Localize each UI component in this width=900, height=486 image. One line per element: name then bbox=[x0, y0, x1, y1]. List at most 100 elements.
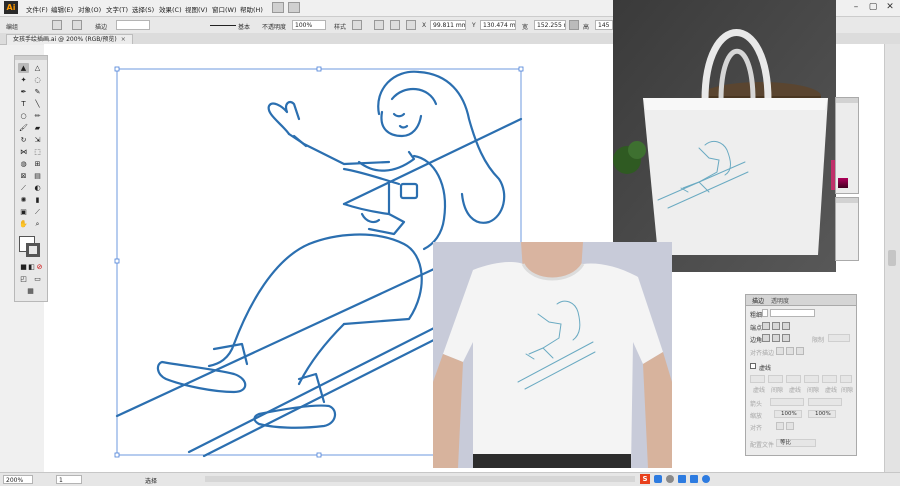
language-mode-icon[interactable] bbox=[654, 475, 662, 483]
perspective-grid-tool-icon[interactable]: ⊞ bbox=[32, 159, 43, 169]
curvature-tool-icon[interactable]: ✎ bbox=[32, 87, 43, 97]
scale-tool-icon[interactable]: ⇲ bbox=[32, 135, 43, 145]
pen-tool-icon[interactable]: ✒ bbox=[18, 87, 29, 97]
stroke-swatch[interactable] bbox=[72, 20, 82, 30]
paintbrush-tool-icon[interactable]: 🖌 bbox=[18, 123, 29, 133]
selection-tool-icon[interactable]: ▲ bbox=[18, 63, 29, 73]
dash-1-field[interactable] bbox=[750, 375, 765, 383]
lasso-tool-icon[interactable]: ◌ bbox=[32, 75, 43, 85]
align-icon[interactable] bbox=[390, 20, 400, 30]
column-graph-tool-icon[interactable]: ▮ bbox=[32, 195, 43, 205]
miter-join-icon[interactable] bbox=[762, 334, 770, 342]
bevel-join-icon[interactable] bbox=[782, 334, 790, 342]
tab-stroke[interactable]: 描边 bbox=[752, 296, 764, 305]
weight-stepper[interactable] bbox=[762, 309, 768, 317]
keyboard-icon[interactable] bbox=[690, 475, 698, 483]
eraser-tool-icon[interactable]: ▰ bbox=[32, 123, 43, 133]
fill-swatch[interactable] bbox=[52, 20, 62, 30]
punctuation-icon[interactable] bbox=[666, 475, 674, 483]
height-field[interactable]: 145 bbox=[595, 20, 613, 30]
stroke-color-icon[interactable] bbox=[26, 243, 40, 257]
menu-effect[interactable]: 效果(C) bbox=[159, 4, 182, 14]
weight-field[interactable] bbox=[770, 309, 815, 317]
y-field[interactable]: 130.474 mm bbox=[480, 20, 516, 30]
menu-window[interactable]: 窗口(W) bbox=[212, 4, 237, 14]
gradient-tool-icon[interactable]: ▤ bbox=[32, 171, 43, 181]
eyedropper-tool-icon[interactable]: ⟋ bbox=[18, 183, 29, 193]
arrange-icon[interactable] bbox=[288, 2, 300, 13]
align-center-icon[interactable] bbox=[776, 347, 784, 355]
menu-help[interactable]: 帮助(H) bbox=[240, 4, 263, 14]
arrow-end-scale-field[interactable]: 100% bbox=[808, 410, 836, 418]
start-arrow-select[interactable] bbox=[770, 398, 804, 406]
bridge-icon[interactable] bbox=[272, 2, 284, 13]
slice-tool-icon[interactable]: ⟋ bbox=[32, 207, 43, 217]
style-swatch[interactable] bbox=[352, 20, 362, 30]
menu-edit[interactable]: 编辑(E) bbox=[51, 4, 73, 14]
stroke-weight-field[interactable] bbox=[116, 20, 150, 30]
opacity-field[interactable]: 100% bbox=[292, 20, 326, 30]
mesh-tool-icon[interactable]: ⊠ bbox=[18, 171, 29, 181]
menu-file[interactable]: 文件(F) bbox=[26, 4, 48, 14]
line-tool-icon[interactable]: ╲ bbox=[32, 99, 43, 109]
none-mode-icon[interactable]: ⊘ bbox=[34, 262, 45, 272]
ellipse-tool-icon[interactable]: ○ bbox=[18, 111, 29, 121]
align-inside-icon[interactable] bbox=[786, 347, 794, 355]
arrow-place-icon[interactable] bbox=[786, 422, 794, 430]
dash-3-field[interactable] bbox=[822, 375, 837, 383]
pencil-tool-icon[interactable]: ✏ bbox=[32, 111, 43, 121]
tab-transparency[interactable]: 透明度 bbox=[771, 296, 789, 305]
limit-field[interactable] bbox=[828, 334, 850, 342]
microphone-icon[interactable] bbox=[678, 475, 686, 483]
round-join-icon[interactable] bbox=[772, 334, 780, 342]
vertical-scrollbar[interactable] bbox=[884, 44, 900, 472]
direct-selection-tool-icon[interactable]: △ bbox=[32, 63, 43, 73]
gap-3-field[interactable] bbox=[840, 375, 852, 383]
menu-type[interactable]: 文字(T) bbox=[106, 4, 128, 14]
close-button[interactable]: ✕ bbox=[883, 2, 897, 13]
artboard-navigation-field[interactable]: 1 bbox=[56, 475, 82, 484]
gap-2-field[interactable] bbox=[804, 375, 819, 383]
skin-icon[interactable] bbox=[702, 475, 710, 483]
document-tab-close[interactable]: × bbox=[121, 36, 126, 43]
restore-button[interactable]: ▢ bbox=[866, 2, 880, 13]
gap-1-field[interactable] bbox=[768, 375, 783, 383]
vertical-scroll-thumb[interactable] bbox=[888, 250, 896, 266]
constrain-proportions-icon[interactable] bbox=[569, 20, 579, 30]
magic-wand-tool-icon[interactable]: ✦ bbox=[18, 75, 29, 85]
transform-icon[interactable] bbox=[406, 20, 416, 30]
zoom-field[interactable]: 200% bbox=[3, 475, 33, 484]
round-cap-icon[interactable] bbox=[772, 322, 780, 330]
menu-object[interactable]: 对象(O) bbox=[78, 4, 101, 14]
end-arrow-select[interactable] bbox=[808, 398, 842, 406]
sogou-ime-icon[interactable]: S bbox=[640, 474, 650, 484]
menu-select[interactable]: 选择(S) bbox=[132, 4, 154, 14]
dash-2-field[interactable] bbox=[786, 375, 801, 383]
shape-builder-tool-icon[interactable]: ◍ bbox=[18, 159, 29, 169]
profile-select[interactable]: 等比 bbox=[776, 439, 816, 447]
horizontal-scrollbar[interactable] bbox=[205, 476, 635, 482]
screen-mode-icon[interactable]: ▭ bbox=[32, 274, 43, 284]
type-tool-icon[interactable]: T bbox=[18, 99, 29, 109]
symbol-sprayer-tool-icon[interactable]: ✺ bbox=[18, 195, 29, 205]
menu-view[interactable]: 视图(V) bbox=[185, 4, 208, 14]
dashed-line-checkbox[interactable] bbox=[750, 363, 756, 369]
arrow-extend-icon[interactable] bbox=[776, 422, 784, 430]
free-transform-tool-icon[interactable]: ⬚ bbox=[32, 147, 43, 157]
zoom-tool-icon[interactable]: ⌕ bbox=[32, 219, 43, 229]
minimize-button[interactable]: – bbox=[849, 2, 863, 13]
arrow-start-scale-field[interactable]: 100% bbox=[774, 410, 802, 418]
square-cap-icon[interactable] bbox=[782, 322, 790, 330]
artboard-tool-icon[interactable]: ▣ bbox=[18, 207, 29, 217]
butt-cap-icon[interactable] bbox=[762, 322, 770, 330]
blend-tool-icon[interactable]: ◐ bbox=[32, 183, 43, 193]
width-tool-icon[interactable]: ⋈ bbox=[18, 147, 29, 157]
draw-mode-icon[interactable]: ◰ bbox=[18, 274, 29, 284]
swatches-panel-partial[interactable] bbox=[835, 197, 859, 261]
recolor-icon[interactable] bbox=[374, 20, 384, 30]
change-screen-mode-icon[interactable]: ▦ bbox=[25, 286, 36, 296]
rotate-tool-icon[interactable]: ↻ bbox=[18, 135, 29, 145]
x-field[interactable]: 99.811 mm bbox=[430, 20, 466, 30]
hand-tool-icon[interactable]: ✋ bbox=[18, 219, 29, 229]
stroke-style-label[interactable]: 基本 bbox=[238, 22, 250, 31]
